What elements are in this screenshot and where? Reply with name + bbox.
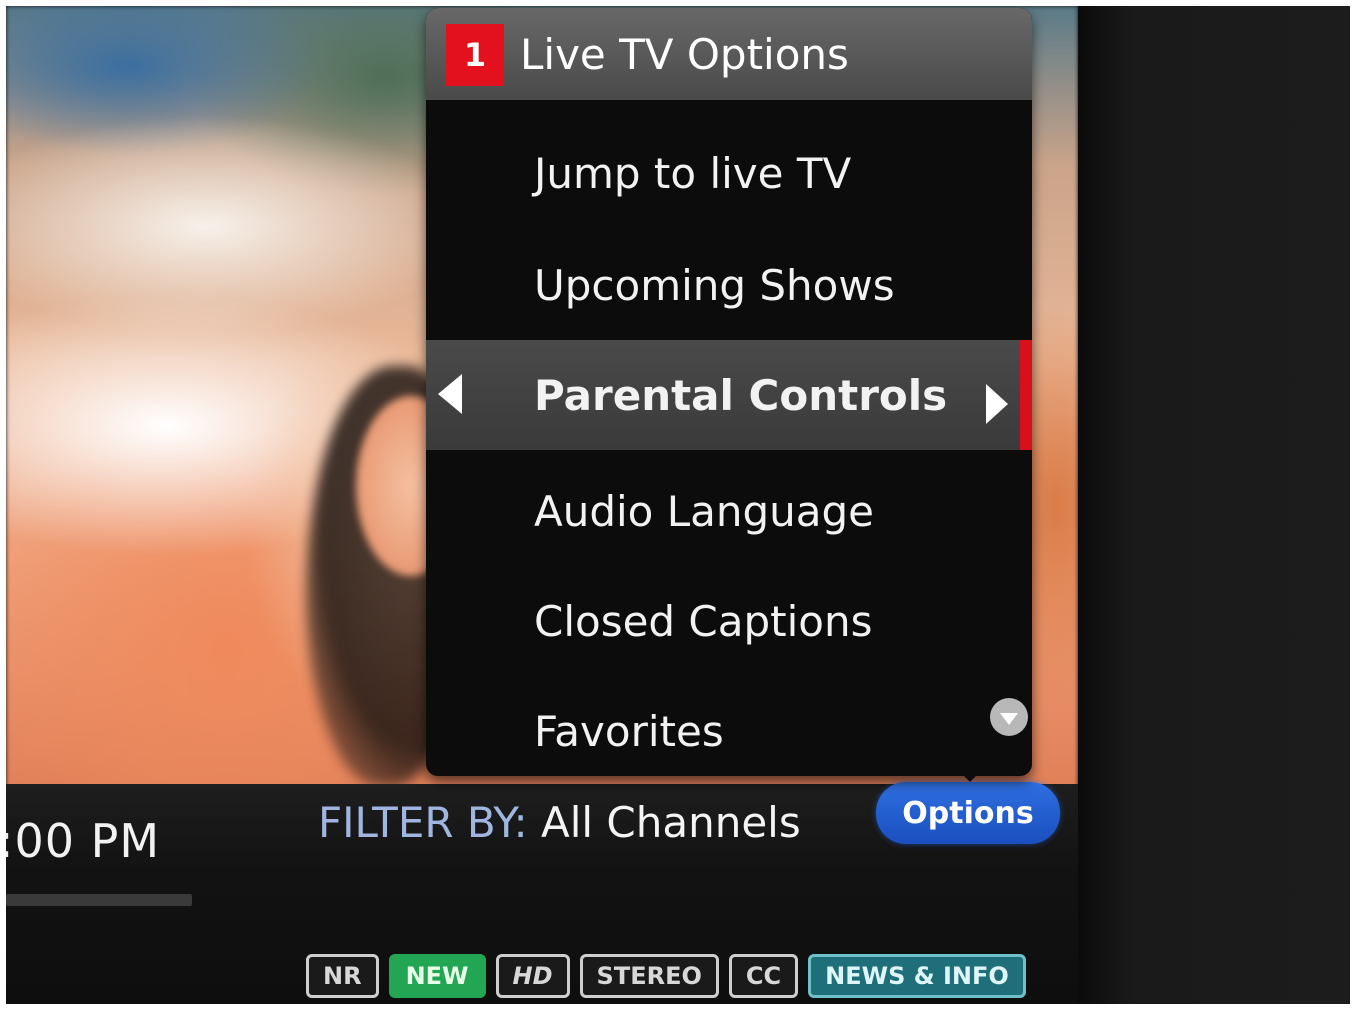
filter-value: All Channels (541, 798, 801, 847)
program-badges: NR NEW HD STEREO CC NEWS & INFO (306, 954, 1026, 998)
cc-badge: CC (728, 954, 799, 998)
new-badge: NEW (388, 954, 486, 998)
filter-label: FILTER BY: (318, 798, 528, 847)
program-progress-bar (6, 894, 192, 906)
selection-indicator (1020, 340, 1032, 450)
tv-bezel (1078, 6, 1350, 1004)
live-tv-options-menu: 1 Live TV Options Jump to live TV Upcomi… (426, 8, 1032, 776)
filter-by[interactable]: FILTER BY: All Channels (318, 798, 801, 847)
scroll-down-icon[interactable] (990, 698, 1028, 736)
menu-item-audio-language[interactable]: Audio Language (426, 456, 1032, 566)
menu-item-closed-captions[interactable]: Closed Captions (426, 566, 1032, 676)
menu-number-badge: 1 (446, 24, 504, 86)
menu-title: Live TV Options (520, 30, 849, 79)
menu-item-label: Upcoming Shows (534, 260, 895, 310)
menu-item-label: Jump to live TV (534, 148, 852, 198)
menu-item-label: Audio Language (534, 486, 874, 536)
tv-screen: :00 PM FILTER BY: All Channels Options N… (6, 6, 1350, 1004)
menu-item-jump-to-live-tv[interactable]: Jump to live TV (426, 118, 1032, 228)
rating-badge: NR (306, 954, 379, 998)
hd-badge: HD (495, 954, 570, 998)
menu-item-label: Closed Captions (534, 596, 873, 646)
menu-item-label: Parental Controls (534, 370, 948, 420)
options-button[interactable]: Options (876, 782, 1060, 844)
menu-item-favorites[interactable]: Favorites (426, 676, 1032, 776)
menu-header: 1 Live TV Options (426, 8, 1032, 100)
genre-badge: NEWS & INFO (808, 954, 1026, 998)
menu-item-parental-controls[interactable]: Parental Controls (426, 340, 1032, 450)
menu-item-upcoming-shows[interactable]: Upcoming Shows (426, 230, 1032, 340)
menu-pointer (956, 768, 984, 782)
right-arrow-icon[interactable] (986, 384, 1008, 424)
menu-item-label: Favorites (534, 706, 724, 756)
program-time: :00 PM (6, 814, 161, 868)
left-arrow-icon[interactable] (438, 374, 462, 414)
stereo-badge: STEREO (579, 954, 719, 998)
